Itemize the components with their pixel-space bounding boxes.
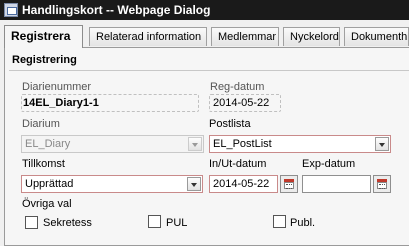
sekretess-checkbox[interactable] — [25, 216, 38, 229]
exp-datum-input[interactable] — [302, 175, 371, 193]
diarienummer-value: 14EL_Diary1-1 — [23, 97, 99, 109]
in-ut-datum-input[interactable]: 2014-05-22 — [209, 175, 278, 193]
reg-datum-label: Reg-datum — [210, 81, 265, 93]
sekretess-label: Sekretess — [43, 217, 92, 229]
exp-datum-label: Exp-datum — [302, 158, 356, 170]
chevron-down-icon — [188, 137, 202, 151]
chevron-down-icon[interactable] — [187, 177, 201, 191]
postlista-value: EL_PostList — [213, 138, 272, 150]
in-ut-datum-label: In/Ut-datum — [209, 158, 267, 170]
section-title: Registrering — [12, 54, 77, 66]
tillkomst-select[interactable]: Upprättad — [21, 175, 203, 193]
pul-label: PUL — [166, 217, 188, 229]
tillkomst-value: Upprättad — [25, 178, 74, 190]
window-icon — [4, 3, 18, 17]
diarienummer-label: Diarienummer — [22, 81, 92, 93]
ovriga-val-label: Övriga val — [22, 198, 72, 210]
window-title: Handlingskort -- Webpage Dialog — [22, 3, 211, 17]
tab-registrera[interactable]: Registrera — [4, 25, 83, 48]
tab-strip: Registrera Relaterad information Medlemm… — [4, 25, 409, 48]
tab-relaterad-information[interactable]: Relaterad information — [89, 27, 207, 46]
tab-medlemmar[interactable]: Medlemmar — [211, 27, 279, 46]
window-titlebar: Handlingskort -- Webpage Dialog — [0, 0, 409, 20]
tillkomst-label: Tillkomst — [22, 158, 65, 170]
pul-checkbox[interactable] — [148, 215, 161, 228]
publ-label: Publ. — [290, 217, 316, 229]
calendar-icon[interactable] — [280, 175, 298, 193]
postlista-label: Postlista — [209, 118, 251, 130]
postlista-select[interactable]: EL_PostList — [209, 135, 391, 153]
diarium-label: Diarium — [22, 118, 60, 130]
in-ut-datum-value: 2014-05-22 — [213, 178, 270, 190]
diarium-value: EL_Diary — [25, 138, 71, 150]
diarium-select: EL_Diary — [21, 135, 204, 153]
calendar-icon[interactable] — [373, 175, 391, 193]
section-divider — [9, 70, 409, 71]
publ-checkbox[interactable] — [273, 215, 286, 228]
tab-nyckelord[interactable]: Nyckelord — [283, 27, 340, 46]
chevron-down-icon[interactable] — [375, 137, 389, 151]
tab-dokumenthistorik[interactable]: Dokumenthis — [344, 27, 409, 46]
reg-datum-value: 2014-05-22 — [213, 97, 270, 109]
